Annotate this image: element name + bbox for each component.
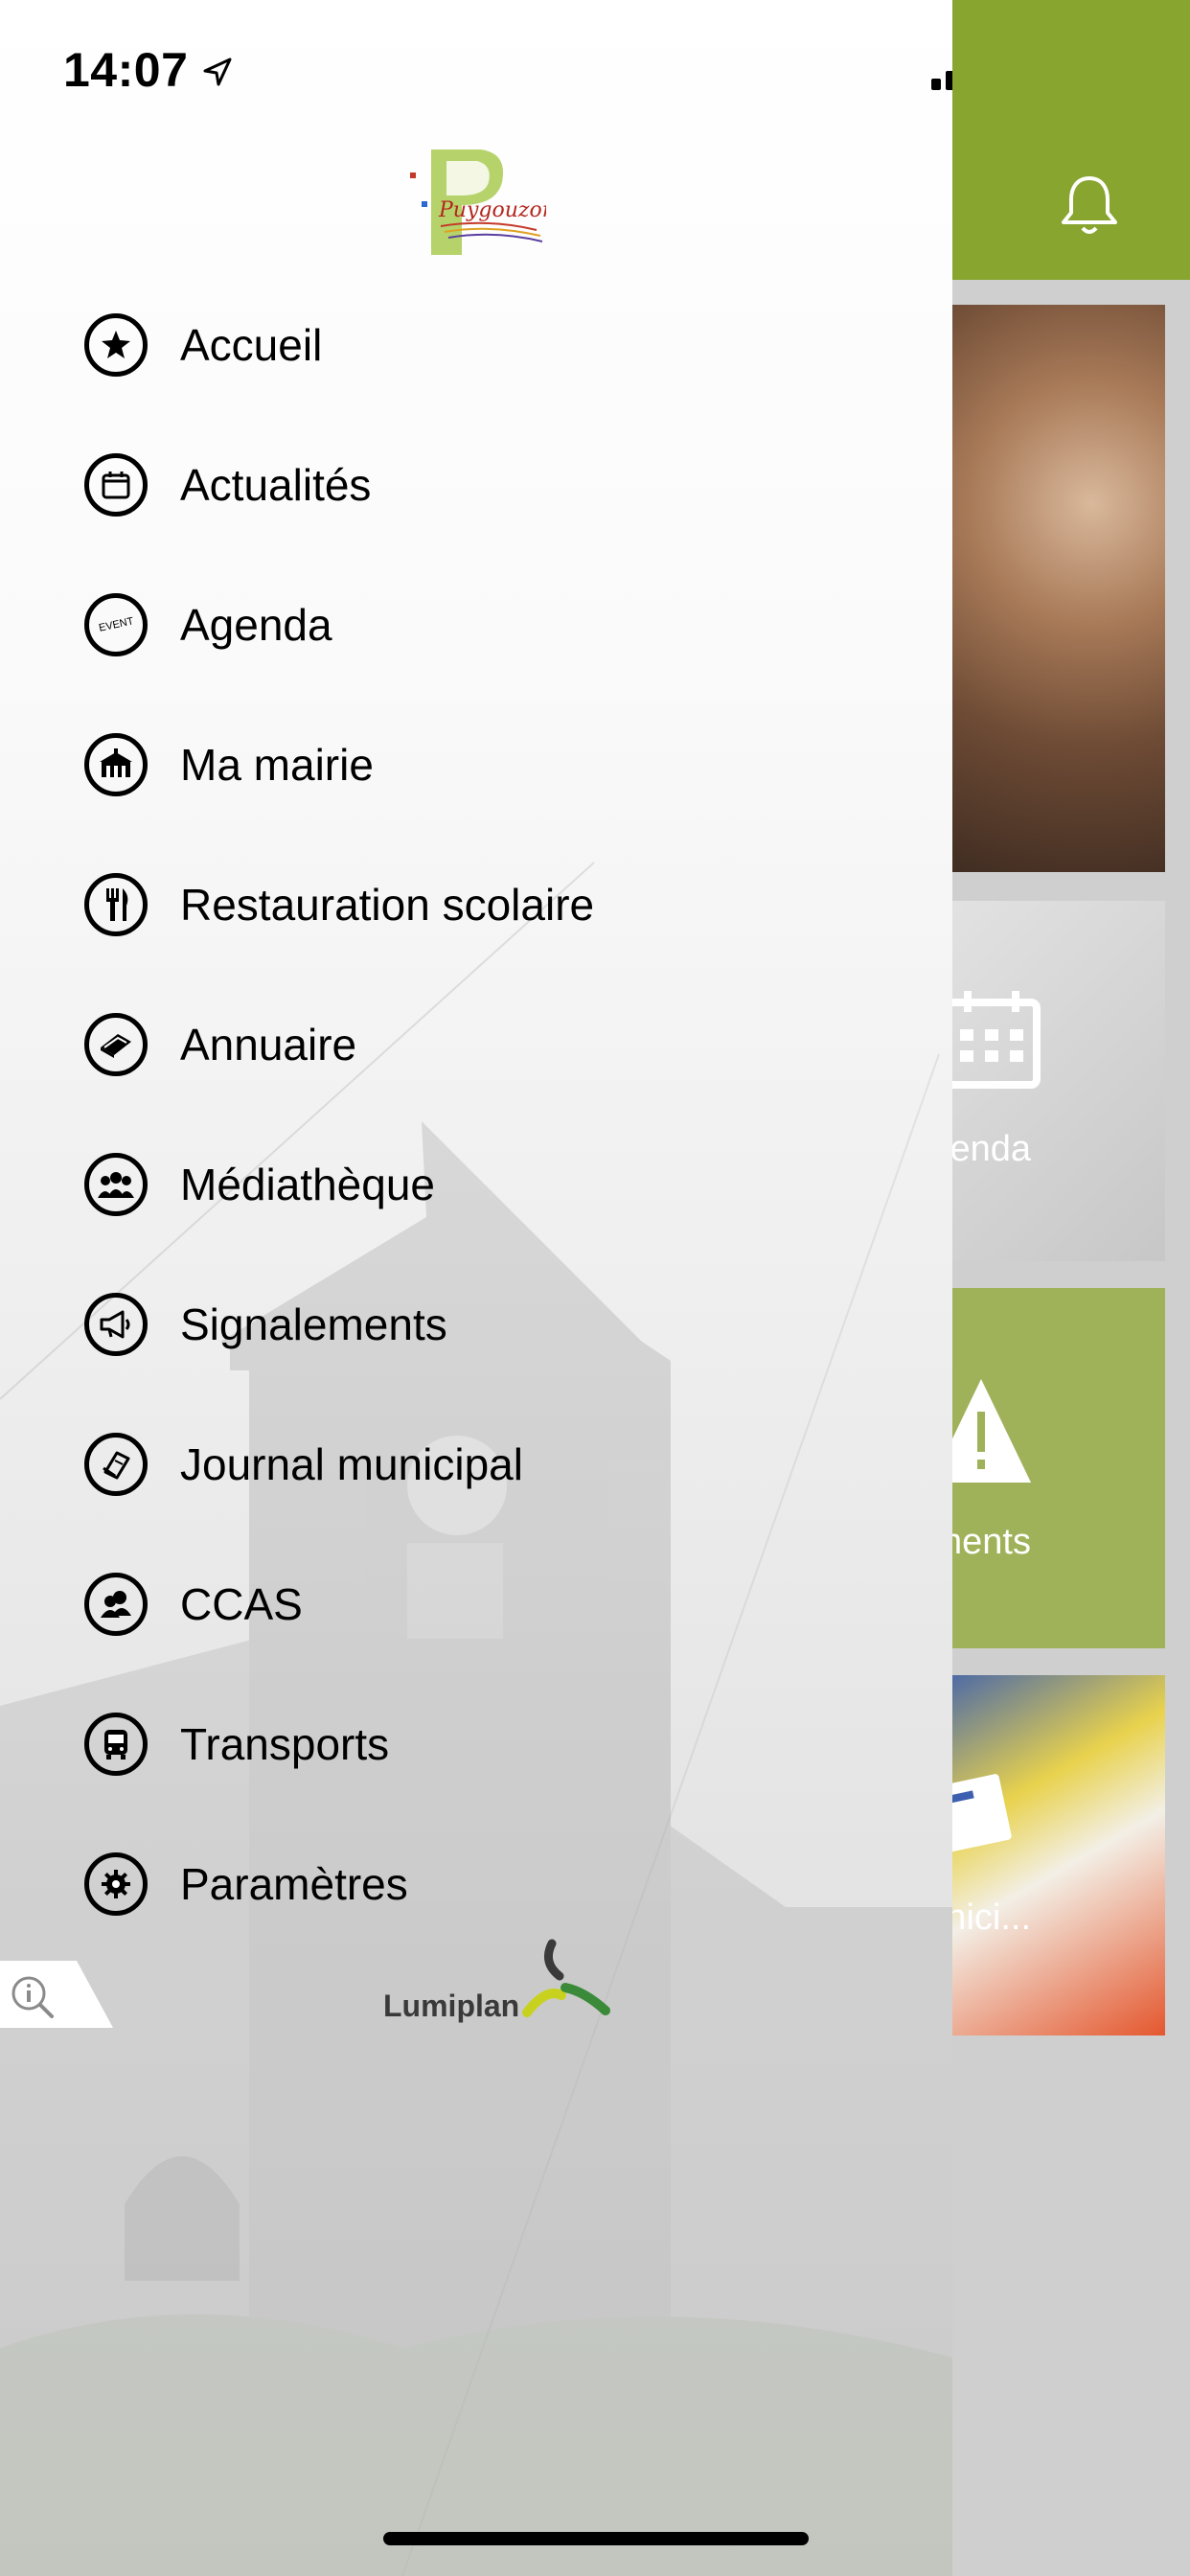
newspaper-icon (84, 1433, 148, 1496)
logo-text: Puygouzon (438, 198, 546, 222)
lumiplan-logo: Lumiplan (383, 1939, 610, 2023)
status-time: 14:07 (63, 43, 189, 97)
home-tile-journal[interactable]: l munici... (920, 1675, 1165, 2036)
users-icon (84, 1573, 148, 1636)
menu-item-ccas[interactable]: CCAS (84, 1547, 851, 1662)
menu-item-transports[interactable]: Transports (84, 1687, 851, 1802)
menu-item-signalements[interactable]: Signalements (84, 1267, 851, 1382)
menu-item-label: Transports (180, 1719, 390, 1769)
menu-item-accueil[interactable]: Accueil (84, 288, 851, 402)
menu-item-label: Actualités (180, 460, 372, 510)
menu-item-label: Ma mairie (180, 740, 374, 790)
menu-item-mediatheque[interactable]: Médiathèque (84, 1127, 851, 1242)
town-hall-icon (84, 733, 148, 796)
cellular-signal-icon (931, 71, 952, 90)
menu-item-agenda[interactable]: EVENT Agenda (84, 567, 851, 682)
menu-item-label: Agenda (180, 600, 332, 650)
menu-item-label: Journal municipal (180, 1439, 523, 1489)
star-icon (84, 313, 148, 377)
menu-item-label: Paramètres (180, 1859, 408, 1909)
people-icon (84, 1153, 148, 1216)
menu-item-label: Médiathèque (180, 1160, 435, 1209)
book-icon (84, 1013, 148, 1076)
calendar-icon (84, 453, 148, 517)
menu-item-label: CCAS (180, 1579, 303, 1629)
home-indicator[interactable] (383, 2532, 809, 2545)
menu-item-label: Accueil (180, 320, 323, 370)
location-arrow-icon (203, 58, 232, 86)
info-button[interactable] (0, 1961, 115, 2028)
bell-icon[interactable] (1056, 171, 1123, 238)
status-bar: 14:07 (0, 0, 952, 144)
event-icon: EVENT (84, 593, 148, 656)
menu-item-actualites[interactable]: Actualités (84, 427, 851, 542)
gear-icon (84, 1852, 148, 1916)
home-tile-photo[interactable] (920, 305, 1165, 872)
menu-item-journal-municipal[interactable]: Journal municipal (84, 1407, 851, 1522)
menu-item-restauration-scolaire[interactable]: Restauration scolaire (84, 847, 851, 962)
menu-item-label: Signalements (180, 1300, 447, 1349)
menu-item-label: Annuaire (180, 1020, 357, 1070)
home-tile-signalements[interactable]: alements (920, 1288, 1165, 1648)
side-drawer: 14:07 Puygouzon Accueil Actualités EVENT… (0, 0, 952, 2576)
fork-knife-icon (84, 873, 148, 936)
calendar-icon (943, 991, 1041, 1089)
menu-item-annuaire[interactable]: Annuaire (84, 987, 851, 1102)
home-tile-agenda[interactable]: genda (920, 901, 1165, 1261)
event-icon-text: EVENT (97, 615, 135, 634)
bus-icon (84, 1713, 148, 1776)
town-logo: Puygouzon (410, 150, 546, 255)
lumiplan-text: Lumiplan (383, 1989, 519, 2023)
menu-item-parametres[interactable]: Paramètres (84, 1827, 851, 1942)
menu-item-label: Restauration scolaire (180, 880, 595, 930)
menu-item-ma-mairie[interactable]: Ma mairie (84, 707, 851, 822)
megaphone-icon (84, 1293, 148, 1356)
